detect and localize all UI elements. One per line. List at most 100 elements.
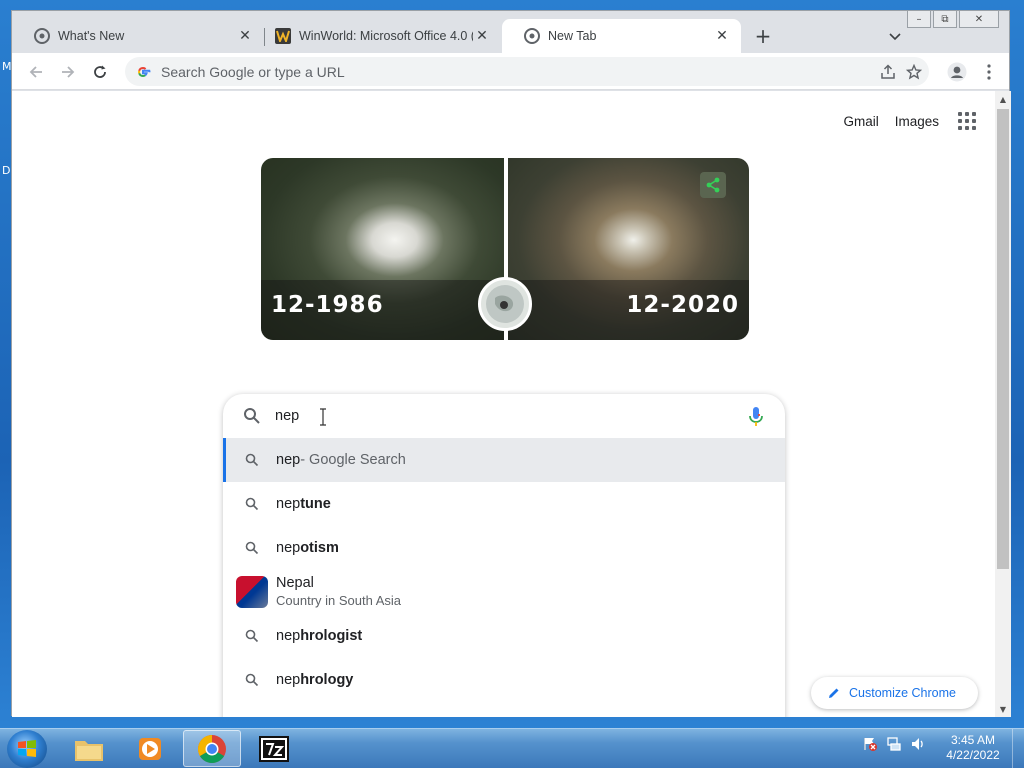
- omnibox[interactable]: Search Google or type a URL: [125, 57, 929, 86]
- search-input-row[interactable]: nep: [223, 394, 785, 438]
- globe-icon: [478, 277, 532, 331]
- scroll-down-icon[interactable]: ▼: [995, 701, 1011, 717]
- tab-title: What's New: [58, 29, 125, 43]
- suggestion-completion: tune: [300, 496, 331, 512]
- tab-whats-new[interactable]: What's New ✕: [12, 19, 264, 53]
- desktop-icon-label: D: [2, 164, 11, 177]
- customize-chrome-button[interactable]: Customize Chrome: [811, 677, 978, 709]
- bookmark-button[interactable]: [901, 59, 927, 85]
- suggestion-typed: nep: [276, 496, 301, 512]
- tab-title: New Tab: [548, 29, 597, 43]
- doodle-share-button[interactable]: [700, 172, 726, 198]
- reload-icon: [94, 65, 106, 78]
- customize-chrome-label: Customize Chrome: [849, 686, 956, 700]
- action-center-flag-icon[interactable]: [862, 736, 878, 752]
- star-icon: [906, 63, 922, 79]
- reload-button[interactable]: [87, 59, 113, 85]
- nepal-flag-thumbnail: [236, 576, 268, 608]
- suggestion-typed: nep: [276, 672, 301, 688]
- start-button[interactable]: [7, 730, 47, 768]
- google-doodle[interactable]: 12-1986 12-2020: [261, 158, 749, 340]
- microphone-icon: [749, 407, 763, 426]
- network-icon[interactable]: [886, 736, 902, 752]
- chrome-menu-button[interactable]: [976, 59, 1002, 85]
- media-player-icon[interactable]: [121, 730, 179, 767]
- profile-button[interactable]: [944, 59, 970, 85]
- tab-winworld[interactable]: WinWorld: Microsoft Office 4.0 ( ✕: [265, 19, 501, 53]
- kebab-menu-icon: [987, 64, 991, 80]
- show-desktop-button[interactable]: [1012, 729, 1024, 768]
- scroll-up-icon[interactable]: ▲: [995, 91, 1011, 107]
- suggestion-suffix: - Google Search: [300, 452, 406, 468]
- windows-logo-icon: [18, 740, 36, 757]
- search-icon: [245, 541, 259, 555]
- clock[interactable]: 3:45 AM 4/22/2022: [942, 733, 1004, 763]
- search-icon: [245, 673, 259, 687]
- file-explorer-icon[interactable]: [60, 730, 118, 767]
- text-cursor-icon: [320, 408, 326, 426]
- images-link[interactable]: Images: [895, 114, 939, 129]
- winworld-icon: [275, 28, 291, 44]
- search-box: nep nep - Google Search nep tune nep oti…: [223, 394, 785, 717]
- suggestion-typed: nep: [276, 452, 301, 468]
- doodle-date-left: 12-1986: [271, 292, 384, 318]
- suggestion-typed: nep: [276, 628, 301, 644]
- forward-arrow-icon: [62, 66, 75, 78]
- chrome-icon: [34, 28, 50, 44]
- search-icon: [244, 408, 260, 424]
- tab-strip: What's New ✕ WinWorld: Microsoft Office …: [12, 19, 1009, 53]
- taskbar: 3:45 AM 4/22/2022: [0, 728, 1024, 768]
- system-tray: [862, 736, 926, 752]
- new-tab-page: Gmail Images 12-1986 12-2020 nep nep - G…: [12, 91, 995, 717]
- entity-text: Nepal Country in South Asia: [276, 575, 401, 609]
- scroll-thumb[interactable]: [997, 109, 1009, 569]
- suggestion-completion: hrologist: [300, 628, 363, 644]
- suggestion-typed: nep: [276, 540, 301, 556]
- back-button[interactable]: [23, 59, 49, 85]
- entity-title: Nepal: [276, 575, 314, 591]
- suggestion-item[interactable]: nep - Google Search: [223, 438, 785, 482]
- search-input[interactable]: nep: [275, 408, 299, 424]
- clock-time: 3:45 AM: [950, 733, 996, 747]
- close-tab-icon[interactable]: ✕: [713, 27, 731, 45]
- suggestion-item[interactable]: nep tune: [223, 482, 785, 526]
- top-links: Gmail Images: [843, 109, 979, 133]
- search-icon: [245, 629, 259, 643]
- tab-search-button[interactable]: [884, 26, 906, 48]
- chrome-window: – ⧉ ✕ What's New ✕ WinWorld: Microsoft O…: [11, 10, 1011, 717]
- suggestion-completion: otism: [300, 540, 339, 556]
- entity-subtitle: Country in South Asia: [276, 593, 402, 608]
- suggestion-item[interactable]: nep hrologist: [223, 614, 785, 658]
- back-arrow-icon: [29, 66, 42, 78]
- chrome-icon: [524, 28, 540, 44]
- new-tab-button[interactable]: +: [751, 24, 775, 48]
- close-tab-icon[interactable]: ✕: [473, 27, 491, 45]
- autocomplete-list: nep - Google Search nep tune nep otism Nep…: [223, 438, 785, 702]
- gmail-link[interactable]: Gmail: [843, 114, 878, 129]
- tab-new-tab[interactable]: New Tab ✕: [502, 19, 741, 53]
- forward-button[interactable]: [55, 59, 81, 85]
- share-page-button[interactable]: [875, 59, 901, 85]
- 7zip-icon[interactable]: [245, 730, 303, 767]
- page-scrollbar[interactable]: ▲ ▼: [995, 91, 1011, 717]
- volume-icon[interactable]: [910, 736, 926, 752]
- suggestion-item[interactable]: nep otism: [223, 526, 785, 570]
- suggestion-item[interactable]: nep hrology: [223, 658, 785, 702]
- tab-title: WinWorld: Microsoft Office 4.0 (: [299, 29, 473, 43]
- google-apps-icon[interactable]: [955, 109, 979, 133]
- share-nodes-icon: [706, 177, 720, 193]
- close-tab-icon[interactable]: ✕: [236, 27, 254, 45]
- doodle-date-right: 12-2020: [626, 292, 739, 318]
- share-icon: [881, 63, 895, 79]
- suggestion-completion: hrology: [300, 672, 354, 688]
- chrome-icon[interactable]: [183, 730, 241, 767]
- google-g-icon: [138, 66, 151, 77]
- avatar-icon: [947, 62, 967, 82]
- search-icon: [245, 497, 259, 511]
- clock-date: 4/22/2022: [946, 748, 1000, 762]
- search-icon: [245, 453, 259, 467]
- pencil-icon: [829, 688, 839, 698]
- suggestion-entity[interactable]: Nepal Country in South Asia: [223, 570, 785, 614]
- toolbar: Search Google or type a URL: [12, 53, 1009, 90]
- omnibox-placeholder: Search Google or type a URL: [161, 63, 345, 80]
